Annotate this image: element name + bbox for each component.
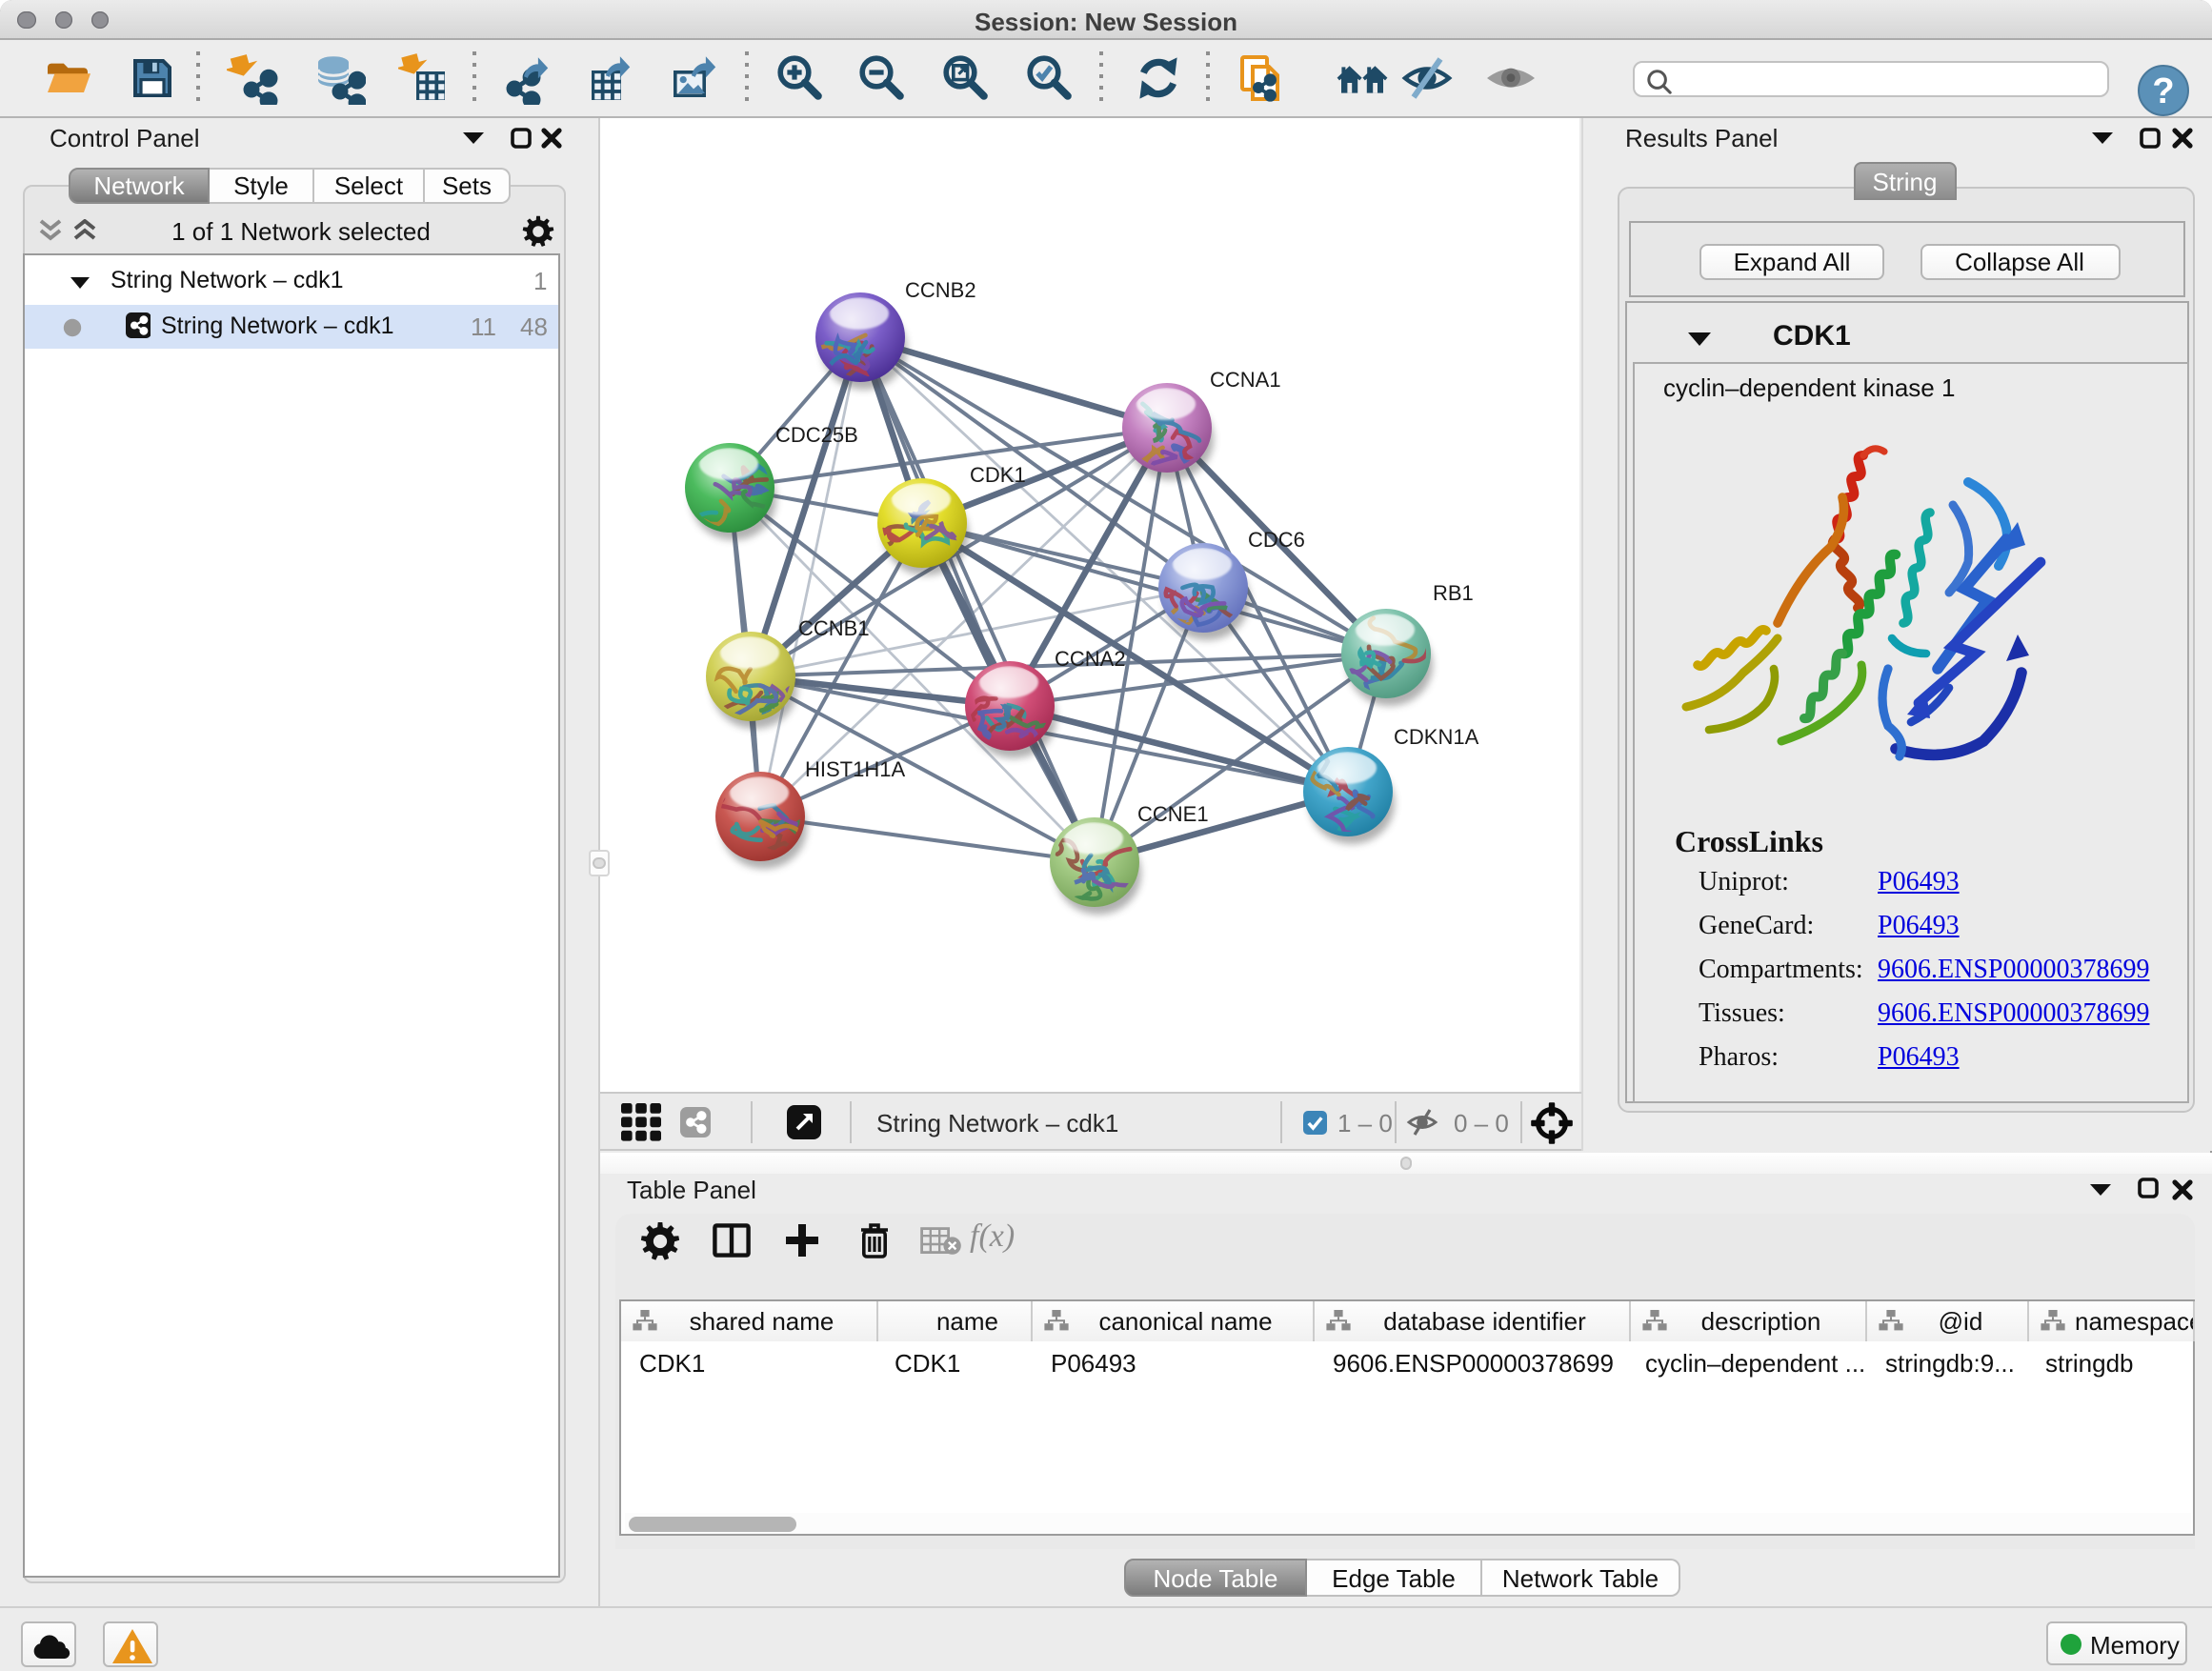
svg-text:CCNE1: CCNE1 xyxy=(1137,802,1209,826)
svg-text:CCNB2: CCNB2 xyxy=(905,278,976,302)
svg-text:CDC6: CDC6 xyxy=(1248,528,1305,552)
svg-text:RB1: RB1 xyxy=(1433,581,1474,605)
svg-text:CCNA1: CCNA1 xyxy=(1210,368,1281,392)
svg-text:CDKN1A: CDKN1A xyxy=(1394,725,1479,749)
svg-text:CDC25B: CDC25B xyxy=(775,423,858,447)
svg-text:?: ? xyxy=(2152,70,2174,111)
svg-text:HIST1H1A: HIST1H1A xyxy=(805,757,905,781)
svg-text:CCNB1: CCNB1 xyxy=(798,616,870,640)
svg-text:CCNA2: CCNA2 xyxy=(1055,647,1126,671)
svg-text:CDK1: CDK1 xyxy=(970,463,1026,487)
